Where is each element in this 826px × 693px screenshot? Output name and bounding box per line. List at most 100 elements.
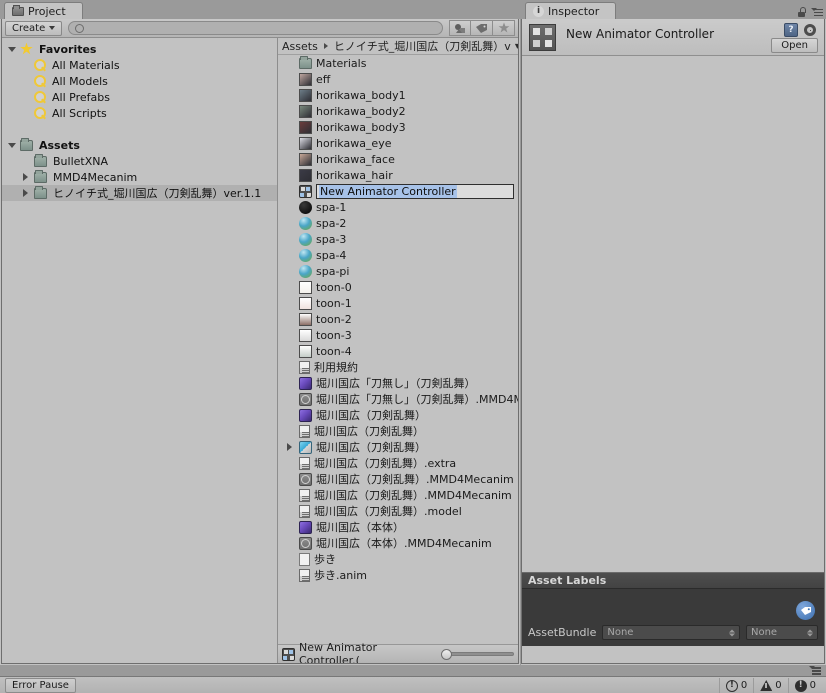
list-item[interactable]: toon-2 bbox=[278, 311, 518, 327]
error-count: 0 bbox=[740, 680, 748, 691]
assetbundle-dropdown[interactable]: None bbox=[602, 625, 740, 640]
tree-item-3[interactable]: All Prefabs bbox=[2, 89, 277, 105]
tree-item-8[interactable]: MMD4Mecanim bbox=[2, 169, 277, 185]
tab-inspector[interactable]: i Inspector bbox=[525, 2, 617, 19]
list-item-label: toon-0 bbox=[316, 280, 352, 294]
list-item[interactable]: horikawa_face bbox=[278, 151, 518, 167]
inspector-header-actions: ? bbox=[784, 23, 816, 37]
list-item[interactable]: 堀川国広（本体） bbox=[278, 519, 518, 535]
list-item[interactable]: 歩き bbox=[278, 551, 518, 567]
list-item[interactable]: toon-1 bbox=[278, 295, 518, 311]
asset-labels-header[interactable]: Asset Labels bbox=[522, 572, 824, 589]
list-item-label: toon-1 bbox=[316, 296, 352, 310]
chevron-right-icon[interactable] bbox=[20, 172, 31, 183]
list-item[interactable]: 堀川国広「刀無し」（刀剣乱舞）.MMD4M bbox=[278, 391, 518, 407]
texture-thumb-icon bbox=[299, 104, 312, 118]
warning-counter[interactable]: 0 bbox=[753, 678, 787, 693]
list-item[interactable]: 堀川国広（刀剣乱舞） bbox=[278, 407, 518, 423]
tree-item-7[interactable]: BulletXNA bbox=[2, 153, 277, 169]
list-item[interactable]: eff bbox=[278, 71, 518, 87]
breadcrumb: Assets ヒノイチ式_堀川国広（刀剣乱舞）v ▾ bbox=[278, 38, 518, 55]
asset-type-filter-icon[interactable] bbox=[449, 20, 471, 36]
list-item[interactable]: 堀川国広（刀剣乱舞） bbox=[278, 439, 518, 455]
list-item-label: 堀川国広「刀無し」（刀剣乱舞）.MMD4M bbox=[316, 393, 518, 406]
animator-controller-icon bbox=[282, 647, 295, 661]
gradient-swatch-icon bbox=[299, 296, 312, 310]
chevron-right-icon[interactable] bbox=[20, 188, 31, 199]
error-pause-button[interactable]: Error Pause bbox=[5, 677, 76, 693]
list-item[interactable]: horikawa_body1 bbox=[278, 87, 518, 103]
list-item[interactable]: toon-0 bbox=[278, 279, 518, 295]
list-item[interactable]: spa-4 bbox=[278, 247, 518, 263]
rename-input[interactable]: New Animator Controller bbox=[316, 183, 514, 199]
list-item-label: 歩き.anim bbox=[314, 569, 367, 582]
list-item[interactable]: 歩き.anim bbox=[278, 567, 518, 583]
error-icon: ! bbox=[725, 679, 738, 692]
list-item[interactable]: 堀川国広（刀剣乱舞） bbox=[278, 423, 518, 439]
breadcrumb-current[interactable]: ヒノイチ式_堀川国広（刀剣乱舞）v bbox=[334, 38, 511, 54]
list-item[interactable]: horikawa_body2 bbox=[278, 103, 518, 119]
chevron-right-icon[interactable] bbox=[284, 442, 295, 453]
list-item[interactable]: New Animator Controller bbox=[278, 183, 518, 199]
folder-icon bbox=[34, 153, 47, 167]
gear-icon[interactable] bbox=[804, 24, 816, 36]
tab-project[interactable]: Project bbox=[4, 2, 83, 19]
model-icon bbox=[299, 408, 312, 422]
status-menu-icon[interactable] bbox=[809, 666, 821, 675]
hamburger-menu-icon[interactable] bbox=[811, 7, 823, 17]
chevron-down-icon[interactable] bbox=[6, 44, 17, 55]
list-item[interactable]: toon-3 bbox=[278, 327, 518, 343]
lock-icon[interactable] bbox=[797, 7, 806, 17]
tree-item-6[interactable]: Assets bbox=[2, 137, 277, 153]
assetbundle-variant-value: None bbox=[751, 627, 778, 638]
project-list-pane[interactable]: Assets ヒノイチ式_堀川国広（刀剣乱舞）v ▾ Materials eff h… bbox=[278, 38, 518, 663]
list-item[interactable]: 利用規約 bbox=[278, 359, 518, 375]
list-item-label: 堀川国広「刀無し」（刀剣乱舞） bbox=[316, 377, 476, 390]
tree-item-0[interactable]: Favorites bbox=[2, 41, 277, 57]
list-item[interactable]: spa-pi bbox=[278, 263, 518, 279]
error-pause-label: Error Pause bbox=[12, 679, 69, 691]
search-input[interactable] bbox=[68, 21, 443, 35]
list-item[interactable]: 堀川国広（刀剣乱舞）.extra bbox=[278, 455, 518, 471]
chevron-down-icon[interactable] bbox=[6, 140, 17, 151]
breadcrumb-caret-icon[interactable]: ▾ bbox=[515, 41, 518, 52]
list-item[interactable]: 堀川国広（刀剣乱舞）.MMD4Mecanim bbox=[278, 471, 518, 487]
chevron-updown-icon bbox=[807, 629, 813, 636]
create-button[interactable]: Create bbox=[5, 20, 63, 36]
gradient-swatch-icon bbox=[299, 312, 312, 326]
zoom-slider-knob[interactable] bbox=[440, 648, 452, 660]
label-filter-icon[interactable] bbox=[471, 20, 493, 36]
list-item[interactable]: spa-2 bbox=[278, 215, 518, 231]
list-item[interactable]: spa-1 bbox=[278, 199, 518, 215]
list-item[interactable]: Materials bbox=[278, 55, 518, 71]
tree-item-9[interactable]: ヒノイチ式_堀川国広（刀剣乱舞）ver.1.1 bbox=[2, 185, 277, 201]
list-item[interactable]: 堀川国広（本体）.MMD4Mecanim bbox=[278, 535, 518, 551]
assetbundle-variant-dropdown[interactable]: None bbox=[746, 625, 818, 640]
favorite-filter-icon[interactable] bbox=[493, 20, 515, 36]
list-item[interactable]: 堀川国広（刀剣乱舞）.MMD4Mecanim bbox=[278, 487, 518, 503]
info-counter[interactable]: ! 0 bbox=[787, 678, 822, 693]
list-item[interactable]: horikawa_hair bbox=[278, 167, 518, 183]
list-item[interactable]: horikawa_body3 bbox=[278, 119, 518, 135]
list-item[interactable]: 堀川国広（刀剣乱舞）.model bbox=[278, 503, 518, 519]
help-icon[interactable]: ? bbox=[784, 23, 798, 37]
tree-item-1[interactable]: All Materials bbox=[2, 57, 277, 73]
list-item-label: 堀川国広（刀剣乱舞）.MMD4Mecanim bbox=[316, 473, 514, 486]
tree-item-2[interactable]: All Models bbox=[2, 73, 277, 89]
list-item[interactable]: toon-4 bbox=[278, 343, 518, 359]
list-item[interactable]: 堀川国広「刀無し」（刀剣乱舞） bbox=[278, 375, 518, 391]
error-counter[interactable]: ! 0 bbox=[718, 678, 753, 693]
breadcrumb-root[interactable]: Assets bbox=[282, 40, 318, 53]
label-tag-icon[interactable] bbox=[796, 601, 815, 620]
tree-item-4[interactable]: All Scripts bbox=[2, 105, 277, 121]
project-tree-pane[interactable]: Favorites All Materials All Models All Pref… bbox=[2, 38, 278, 663]
thumbnail-zoom-slider[interactable] bbox=[440, 648, 514, 660]
list-item-label: spa-pi bbox=[316, 264, 350, 278]
list-item[interactable]: spa-3 bbox=[278, 231, 518, 247]
list-item[interactable]: horikawa_eye bbox=[278, 135, 518, 151]
open-button[interactable]: Open bbox=[771, 38, 818, 53]
